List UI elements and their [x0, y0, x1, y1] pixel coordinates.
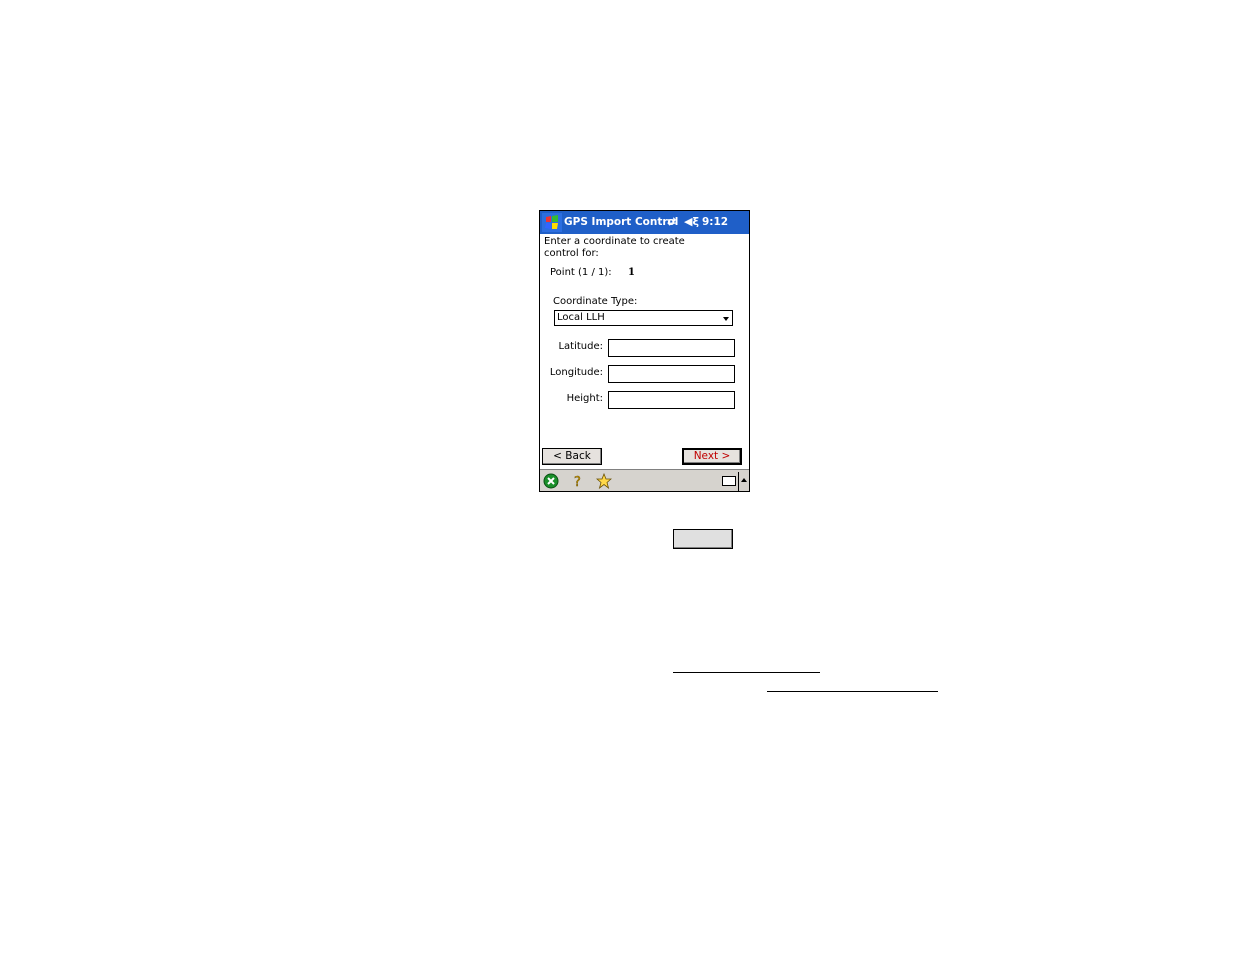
favorites-icon[interactable] — [596, 473, 612, 489]
connectivity-icon[interactable]: ⇄ — [667, 215, 676, 228]
next-button[interactable]: Next > — [682, 448, 742, 465]
height-label: Height: — [566, 393, 603, 404]
underline-rule — [673, 672, 820, 673]
keyboard-icon[interactable] — [722, 476, 736, 486]
wizard-content: Enter a coordinate to create control for… — [540, 234, 749, 469]
chevron-down-icon — [723, 317, 729, 321]
coordinate-type-value: Local LLH — [557, 312, 605, 323]
close-icon[interactable] — [543, 473, 559, 489]
coordinate-type-label: Coordinate Type: — [553, 296, 638, 307]
instruction-text: Enter a coordinate to create control for… — [544, 236, 685, 259]
point-value: 1 — [628, 267, 635, 278]
coordinate-type-dropdown[interactable]: Local LLH — [554, 310, 733, 326]
latitude-label: Latitude: — [558, 341, 603, 352]
back-button[interactable]: < Back — [542, 448, 602, 465]
longitude-input[interactable] — [608, 365, 735, 383]
blank-button[interactable] — [673, 529, 733, 549]
latitude-input[interactable] — [608, 339, 735, 357]
help-icon[interactable]: ? — [570, 473, 586, 489]
taskbar: ? — [540, 469, 749, 491]
point-label: Point (1 / 1): — [550, 267, 612, 278]
volume-icon[interactable]: ◀ξ — [684, 215, 699, 228]
chevron-up-icon[interactable] — [741, 478, 747, 482]
underline-rule — [767, 691, 938, 692]
windows-start-icon[interactable] — [542, 213, 562, 232]
title-bar: GPS Import Control ⇄ ◀ξ 9:12 — [540, 211, 749, 234]
clock[interactable]: 9:12 — [702, 216, 728, 228]
pocketpc-screenshot: GPS Import Control ⇄ ◀ξ 9:12 Enter a coo… — [539, 210, 750, 492]
divider — [738, 472, 739, 491]
window-title: GPS Import Control — [564, 216, 679, 228]
svg-text:?: ? — [574, 475, 581, 489]
height-input[interactable] — [608, 391, 735, 409]
longitude-label: Longitude: — [549, 367, 603, 378]
